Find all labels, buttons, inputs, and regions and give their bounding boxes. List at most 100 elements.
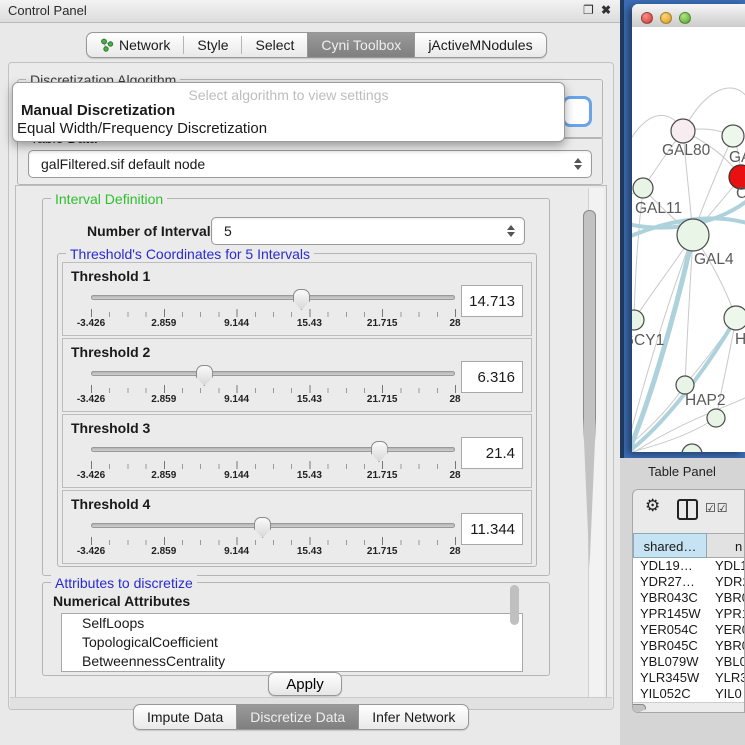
table-horizontal-scrollbar[interactable] <box>633 702 744 713</box>
settings-scrollpane: Interval Definition Number of Intervals … <box>15 185 607 700</box>
checkboxes-icon[interactable]: ☑☑ <box>705 501 729 515</box>
tick-label: -3.426 <box>77 546 105 557</box>
table-row[interactable]: YPR145W YPR1 <box>633 606 744 622</box>
label-c-clipped: C <box>736 185 745 202</box>
attributes-scrollbar[interactable] <box>510 585 519 625</box>
option-equal-width-frequency[interactable]: Equal Width/Frequency Discretization <box>17 120 267 137</box>
tab-network[interactable]: Network <box>87 33 183 57</box>
attribute-item[interactable]: BetweennessCentrality <box>62 652 522 671</box>
label-ga-clipped: GA <box>729 149 745 166</box>
column-header-name[interactable]: n <box>707 533 745 558</box>
combo-spinner-icon[interactable] <box>569 158 587 170</box>
node-h <box>724 306 745 330</box>
zoom-traffic-light[interactable] <box>679 12 691 24</box>
table-row[interactable]: YBR043C YBR0 <box>633 590 744 606</box>
tick-label: 21.715 <box>367 470 398 481</box>
cell-name: YBR0 <box>715 590 744 606</box>
threshold-slider[interactable]: -3.426 2.859 9.144 15.43 21.715 28 <box>91 441 455 481</box>
tab-style[interactable]: Style <box>184 33 241 57</box>
tick-label: -3.426 <box>77 470 105 481</box>
apply-button[interactable]: Apply <box>268 672 342 696</box>
tab-jactivemnodules[interactable]: jActiveMNodules <box>415 33 545 57</box>
tick-label: 9.144 <box>224 318 249 329</box>
algorithm-combobox-focus-ring[interactable] <box>562 96 592 127</box>
threshold-slider[interactable]: -3.426 2.859 9.144 15.43 21.715 28 <box>91 289 455 329</box>
threshold-slider[interactable]: -3.426 2.859 9.144 15.43 21.715 28 <box>91 365 455 405</box>
threshold-label: Threshold 3 <box>71 420 150 436</box>
panel-title: Control Panel <box>8 3 87 18</box>
threshold-value-box[interactable]: 14.713 <box>461 285 523 317</box>
cell-name: YLR3 <box>715 670 744 686</box>
slider-track[interactable] <box>91 371 455 376</box>
tab-cyni-toolbox[interactable]: Cyni Toolbox <box>308 33 414 57</box>
settings-vertical-scrollbar[interactable] <box>588 188 604 697</box>
threshold-value-box[interactable]: 6.316 <box>461 361 523 393</box>
tab-infer-label: Infer Network <box>372 709 455 725</box>
control-panel-titlebar: Control Panel ❐ ✖ <box>0 0 620 23</box>
close-traffic-light[interactable] <box>641 12 653 24</box>
close-icon[interactable]: ✖ <box>601 3 611 17</box>
cyni-toolbox-content: Discretization Algorithm Table Data galF… <box>8 62 614 710</box>
tick-label: 28 <box>449 394 460 405</box>
table-row[interactable]: YBL079W YBL0 <box>633 654 744 670</box>
threshold-row: Threshold 2 -3.426 2.859 9.144 <box>62 338 532 412</box>
cell-shared-name: YIL052C <box>640 686 691 702</box>
option-manual-discretization[interactable]: Manual Discretization <box>21 102 175 119</box>
table-row[interactable]: YBR045C YBR0 <box>633 638 744 654</box>
table-row[interactable]: YDR27… YDR2 <box>633 574 744 590</box>
slider-track[interactable] <box>91 295 455 300</box>
tick-label: 15.43 <box>297 470 322 481</box>
threshold-slider[interactable]: -3.426 2.859 9.144 15.43 21.715 28 <box>91 517 455 557</box>
network-window-titlebar[interactable] <box>632 4 745 28</box>
table-row[interactable]: YER054C YER0 <box>633 622 744 638</box>
threshold-value-box[interactable]: 11.344 <box>461 513 523 545</box>
combo-spinner-icon[interactable] <box>502 225 520 237</box>
numerical-attributes-label: Numerical Attributes <box>53 593 190 609</box>
algorithm-hint: Select algorithm to view settings <box>13 87 564 103</box>
table-row[interactable]: YLR345W YLR3 <box>633 670 744 686</box>
attribute-item[interactable]: SelfLoops <box>62 614 522 633</box>
tab-infer-network[interactable]: Infer Network <box>359 705 468 729</box>
cell-shared-name: YER054C <box>640 622 698 638</box>
tick-label: 28 <box>449 546 460 557</box>
table-data-combobox[interactable]: galFiltered.sif default node <box>28 150 592 178</box>
attributes-group-title: Attributes to discretize <box>51 575 197 591</box>
tab-discretize-label: Discretize Data <box>250 709 345 725</box>
tab-impute-data[interactable]: Impute Data <box>134 705 236 729</box>
cell-name: YPR1 <box>715 606 744 622</box>
network-canvas[interactable]: GAL80 GA C GAL11 GAL4 GCY1 H HAP2 <box>632 27 745 452</box>
slider-thumb[interactable] <box>293 289 310 310</box>
column-header-shared-name[interactable]: shared… <box>633 533 707 558</box>
float-icon[interactable]: ❐ <box>583 3 594 17</box>
minimize-traffic-light[interactable] <box>660 12 672 24</box>
attribute-item[interactable]: TopologicalCoefficient <box>62 633 522 652</box>
tab-discretize-data[interactable]: Discretize Data <box>237 705 358 729</box>
num-intervals-combobox[interactable]: 5 <box>211 217 525 245</box>
tab-select[interactable]: Select <box>242 33 307 57</box>
table-panel-title: Table Panel <box>648 464 716 479</box>
app-root: Control Panel ❐ ✖ Network Style Select <box>0 0 745 745</box>
scrollbar-thumb[interactable] <box>632 704 646 713</box>
slider-thumb[interactable] <box>196 365 213 386</box>
table-data-group: Table Data galFiltered.sif default node <box>17 137 603 185</box>
node-bottom-edge <box>682 444 702 452</box>
slider-thumb[interactable] <box>254 517 271 538</box>
scrollbar-thumb[interactable] <box>583 210 596 568</box>
columns-icon[interactable] <box>677 499 698 520</box>
tab-select-label: Select <box>255 37 294 53</box>
table-row[interactable]: YIL052C YIL0 <box>633 686 744 702</box>
slider-track[interactable] <box>91 447 455 452</box>
table-row[interactable]: YDL19… YDL1 <box>633 558 744 574</box>
threshold-value-box[interactable]: 21.4 <box>461 437 523 469</box>
label-gal4: GAL4 <box>694 251 734 268</box>
tick-label: 2.859 <box>151 394 176 405</box>
gear-icon[interactable]: ⚙ <box>645 496 660 516</box>
tab-impute-label: Impute Data <box>147 709 223 725</box>
numerical-attributes-list[interactable]: SelfLoops TopologicalCoefficient Between… <box>61 613 523 672</box>
threshold-row: Threshold 4 -3.426 2.859 9.144 <box>62 490 532 564</box>
label-gal80: GAL80 <box>662 142 711 159</box>
node-table: shared… n YDL19… YDL1 YDR27… YDR2 <box>633 533 744 712</box>
slider-track[interactable] <box>91 523 455 528</box>
slider-thumb[interactable] <box>371 441 388 462</box>
num-intervals-value: 5 <box>212 223 502 239</box>
